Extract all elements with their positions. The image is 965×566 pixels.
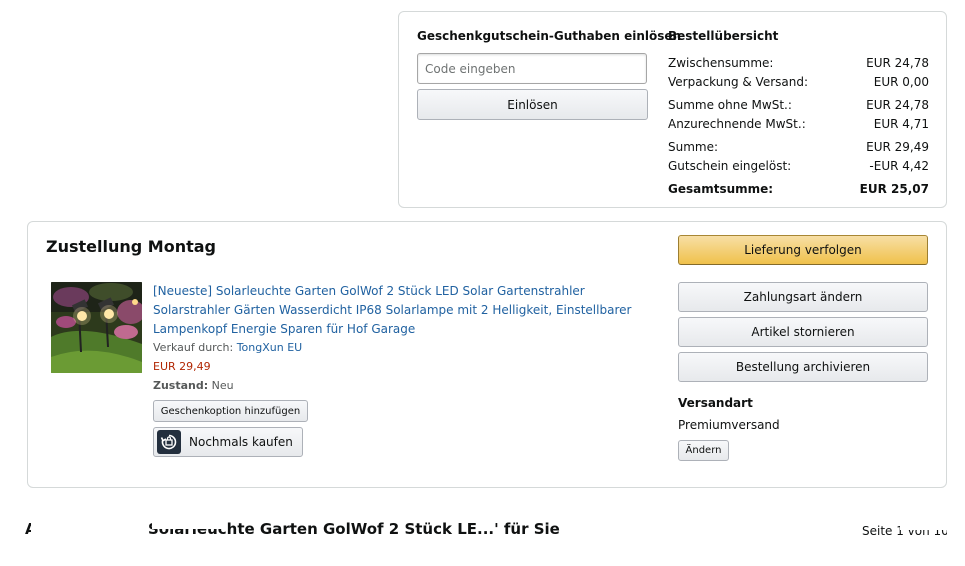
shipping-value: EUR 0,00 (873, 75, 929, 89)
sum-row: Summe: EUR 29,49 (668, 138, 929, 157)
gift-code-input[interactable] (417, 53, 647, 84)
shipping-method-value: Premiumversand (678, 418, 780, 432)
carousel-page-indicator: Seite 1 von 10 (862, 524, 947, 542)
order-summary-card: Geschenkgutschein-Guthaben einlösen Einl… (398, 11, 947, 208)
condition-label: Zustand: (153, 379, 209, 392)
shipping-method-title: Versandart (678, 396, 753, 410)
gift-option-button[interactable]: Geschenkoption hinzufügen (153, 400, 308, 422)
delivery-card: Zustellung Montag [Neueste] Solarleuchte… (27, 221, 947, 488)
track-package-button[interactable]: Lieferung verfolgen (678, 235, 928, 265)
vat-row: Anzurechnende MwSt.: EUR 4,71 (668, 115, 929, 134)
voucher-value: -EUR 4,42 (869, 159, 929, 173)
seller-line: Verkauf durch: TongXun EU (153, 341, 302, 354)
change-payment-button[interactable]: Zahlungsart ändern (678, 282, 928, 312)
seller-prefix: Verkauf durch: (153, 341, 237, 354)
condition-line: Zustand: Neu (153, 379, 234, 392)
redeem-button[interactable]: Einlösen (417, 89, 648, 120)
condition-value: Neu (211, 379, 234, 392)
sum-label: Summe: (668, 140, 719, 154)
cancel-items-button[interactable]: Artikel stornieren (678, 317, 928, 347)
total-row: Gesamtsumme: EUR 25,07 (668, 180, 929, 199)
voucher-row: Gutschein eingelöst: -EUR 4,42 (668, 157, 929, 176)
gift-card-title: Geschenkgutschein-Guthaben einlösen (417, 29, 682, 43)
product-title-link[interactable]: [Neueste] Solarleuchte Garten GolWof 2 S… (153, 282, 643, 339)
order-summary: Bestellübersicht Zwischensumme: EUR 24,7… (668, 29, 929, 199)
total-value: EUR 25,07 (859, 182, 929, 196)
subtotal-row: Zwischensumme: EUR 24,78 (668, 54, 929, 73)
net-row: Summe ohne MwSt.: EUR 24,78 (668, 96, 929, 115)
buy-again-label: Nochmals kaufen (189, 435, 293, 449)
shipping-row: Verpackung & Versand: EUR 0,00 (668, 73, 929, 92)
seller-link[interactable]: TongXun EU (237, 341, 303, 354)
archive-order-button[interactable]: Bestellung archivieren (678, 352, 928, 382)
vat-value: EUR 4,71 (873, 117, 929, 131)
buy-again-icon (157, 430, 181, 454)
change-shipping-button[interactable]: Ändern (678, 440, 729, 461)
voucher-label: Gutschein eingelöst: (668, 159, 792, 173)
total-label: Gesamtsumme: (668, 182, 774, 196)
buy-again-button[interactable]: Nochmals kaufen (153, 427, 303, 457)
delivery-title: Zustellung Montag (46, 237, 216, 256)
subtotal-value: EUR 24,78 (866, 56, 929, 70)
net-label: Summe ohne MwSt.: (668, 98, 792, 112)
order-summary-title: Bestellübersicht (668, 29, 779, 43)
sum-value: EUR 29,49 (866, 140, 929, 154)
shipping-label: Verpackung & Versand: (668, 75, 809, 89)
net-value: EUR 24,78 (866, 98, 929, 112)
vat-label: Anzurechnende MwSt.: (668, 117, 806, 131)
subtotal-label: Zwischensumme: (668, 56, 774, 70)
product-image[interactable] (51, 282, 142, 373)
product-price: EUR 29,49 (153, 360, 211, 373)
recommendations-heading: A... [Neueste] Solarleuchte Garten GolWo… (25, 520, 560, 538)
